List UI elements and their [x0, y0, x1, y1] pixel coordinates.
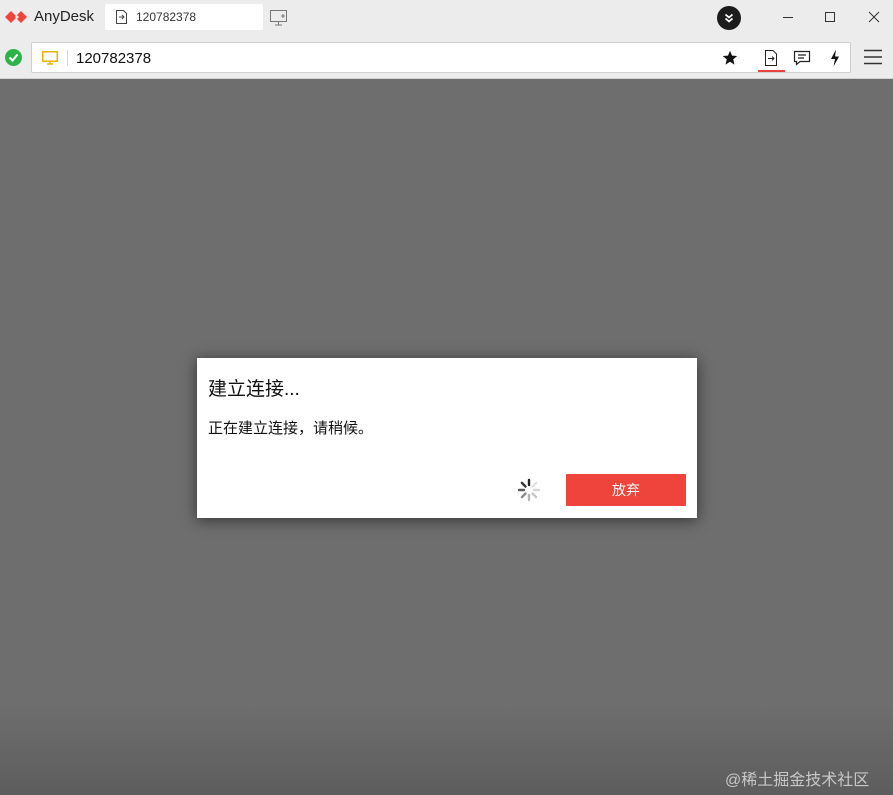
bolt-icon[interactable] — [823, 47, 847, 69]
spinner-icon — [517, 478, 541, 502]
dialog-title: 建立连接... — [208, 379, 300, 400]
file-transfer-icon[interactable] — [759, 47, 783, 69]
file-icon — [116, 10, 127, 24]
address-toolbar — [0, 34, 893, 79]
active-tool-indicator — [758, 70, 785, 72]
session-tab[interactable]: 120782378 — [105, 4, 263, 30]
tab-label: 120782378 — [136, 10, 197, 24]
anydesk-logo — [5, 11, 27, 23]
minimize-icon[interactable] — [770, 5, 806, 29]
address-input[interactable] — [76, 48, 676, 68]
more-icon[interactable] — [717, 6, 741, 30]
star-icon[interactable] — [718, 47, 742, 69]
monitor-icon — [42, 51, 58, 65]
watermark: @稀土掘金技术社区 — [725, 772, 870, 789]
abort-button[interactable]: 放弃 — [566, 474, 686, 506]
title-bar: AnyDesk 120782378 — [0, 0, 893, 34]
address-separator — [67, 50, 68, 66]
address-bar[interactable] — [31, 42, 851, 73]
app-name: AnyDesk — [34, 8, 95, 25]
hamburger-menu-icon[interactable] — [862, 48, 884, 66]
dialog-message: 正在建立连接，请稍候。 — [208, 420, 374, 437]
connecting-dialog: 建立连接... 正在建立连接，请稍候。 放弃 — [197, 358, 697, 518]
new-session-icon[interactable] — [270, 10, 288, 26]
check-icon — [5, 49, 22, 66]
close-icon[interactable] — [856, 5, 892, 29]
chat-icon[interactable] — [790, 47, 814, 69]
maximize-icon[interactable] — [812, 5, 848, 29]
